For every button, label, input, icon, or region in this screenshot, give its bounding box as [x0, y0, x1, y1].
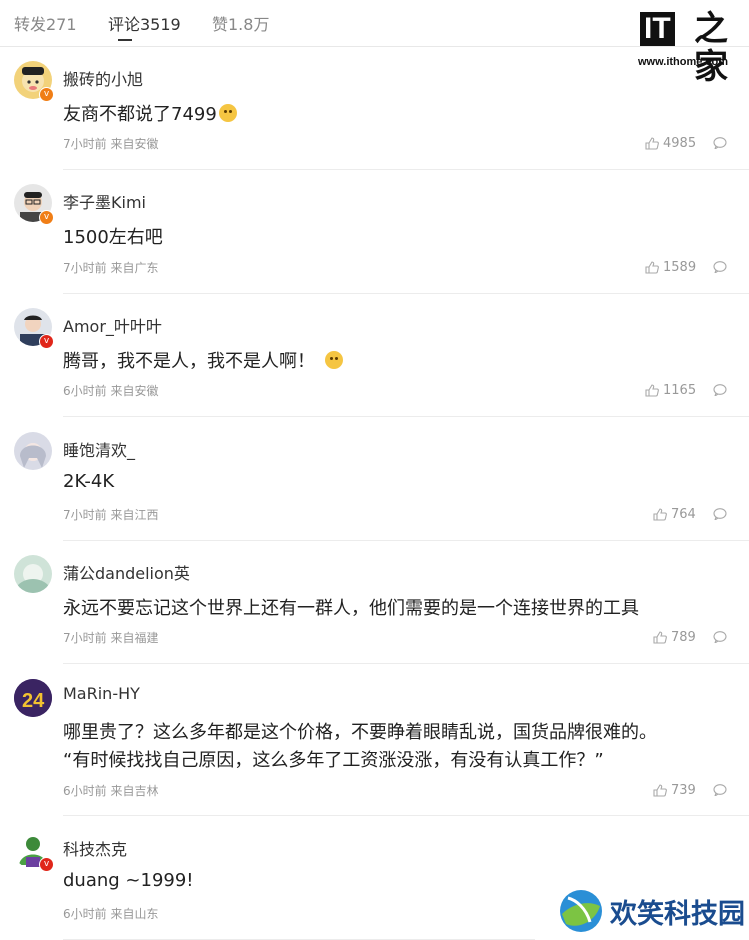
avatar-image: 24 [14, 679, 52, 717]
svg-text:24: 24 [22, 690, 45, 712]
like-button[interactable]: 1589 [645, 260, 696, 275]
like-button[interactable]: 789 [653, 630, 696, 645]
comment-text: 2K-4K [63, 471, 115, 492]
avatar[interactable] [14, 555, 52, 593]
verified-badge-icon: v [39, 857, 54, 872]
watermark-text: 欢笑科技园 [610, 898, 745, 930]
like-count: 1589 [663, 260, 697, 275]
like-count: 789 [671, 630, 696, 645]
reply-icon[interactable] [713, 137, 727, 149]
reply-icon[interactable] [713, 631, 727, 643]
watermark: 欢笑科技园 [558, 888, 745, 934]
thumb-up-icon [645, 261, 659, 274]
comment-text: 腾哥，我不是人，我不是人啊！ [63, 347, 343, 373]
comment-username[interactable]: MaRin-HY [63, 684, 140, 703]
thumb-up-icon [645, 384, 659, 397]
comment-username[interactable]: 睡饱清欢_ [63, 437, 135, 461]
doge-emoji-icon [218, 104, 237, 122]
comment-divider [63, 293, 749, 294]
comment-username[interactable]: 李子墨Kimi [63, 189, 146, 213]
avatar-image [20, 443, 46, 468]
comment-username[interactable]: Amor_叶叶叶 [63, 313, 162, 337]
ithome-logo: IT 之家 www.ithome.com [636, 10, 746, 86]
avatar[interactable]: 24 [14, 679, 52, 717]
comment-meta: 7小时前 来自安徽 [63, 137, 159, 151]
verified-badge-icon: v [39, 210, 54, 225]
comment-meta: 6小时前 来自山东 [63, 907, 159, 921]
verified-badge-icon: v [39, 87, 54, 102]
logo-url: www.ithome.com [638, 56, 729, 68]
doge-emoji-icon [325, 351, 343, 369]
tab-likes[interactable]: 赞1.8万 [212, 11, 269, 35]
globe-logo-icon [560, 890, 602, 932]
comment-meta: 7小时前 来自江西 [63, 508, 159, 522]
comment-meta: 7小时前 来自福建 [63, 631, 159, 645]
avatar[interactable] [14, 432, 52, 470]
comment-divider [63, 815, 749, 816]
comment-meta: 6小时前 来自吉林 [63, 784, 159, 798]
comment-divider [63, 663, 749, 664]
like-button[interactable]: 739 [653, 783, 696, 798]
comment-text: 友商不都说了7499 [63, 100, 237, 126]
comment-username[interactable]: 蒲公dandelion英 [63, 560, 190, 584]
like-count: 764 [671, 507, 696, 522]
comment-divider [63, 169, 749, 170]
tab-comments[interactable]: 评论3519 [108, 11, 181, 35]
thumb-up-icon [645, 137, 659, 150]
comment-username[interactable]: 科技杰克 [63, 836, 127, 860]
like-button[interactable]: 764 [653, 507, 696, 522]
verified-badge-icon: v [39, 334, 54, 349]
comment-divider [63, 540, 749, 541]
logo-zh-mark: 之家 [694, 9, 728, 87]
like-count: 4985 [663, 136, 697, 151]
avatar-image [18, 564, 48, 593]
thumb-up-icon [653, 508, 667, 521]
active-tab-indicator [118, 39, 132, 41]
reply-icon[interactable] [713, 261, 727, 273]
comment-text-line-2: “有时候找找自己原因，这么多年了工资涨没涨，有没有认真工作？” [63, 750, 604, 771]
reply-icon[interactable] [713, 384, 727, 396]
like-count: 739 [671, 783, 696, 798]
thumb-up-icon [653, 631, 667, 644]
reply-icon[interactable] [713, 508, 727, 520]
comment-text: 1500左右吧 [63, 227, 163, 248]
like-button[interactable]: 4985 [645, 136, 696, 151]
comment-text: 哪里贵了？这么多年都是这个价格，不要睁着眼睛乱说，国货品牌很难的。 [63, 722, 657, 743]
thumb-up-icon [653, 784, 667, 797]
tab-reposts[interactable]: 转发271 [14, 11, 77, 35]
comment-meta: 7小时前 来自广东 [63, 261, 159, 275]
comment-meta: 6小时前 来自安徽 [63, 384, 159, 398]
comment-text: duang ~1999! [63, 870, 194, 891]
like-count: 1165 [663, 383, 697, 398]
like-button[interactable]: 1165 [645, 383, 696, 398]
reply-icon[interactable] [713, 784, 727, 796]
comment-text: 永远不要忘记这个世界上还有一群人，他们需要的是一个连接世界的工具 [63, 598, 639, 619]
comment-username[interactable]: 搬砖的小旭 [63, 66, 143, 90]
logo-it-mark: IT [640, 12, 675, 46]
comment-divider [63, 416, 749, 417]
